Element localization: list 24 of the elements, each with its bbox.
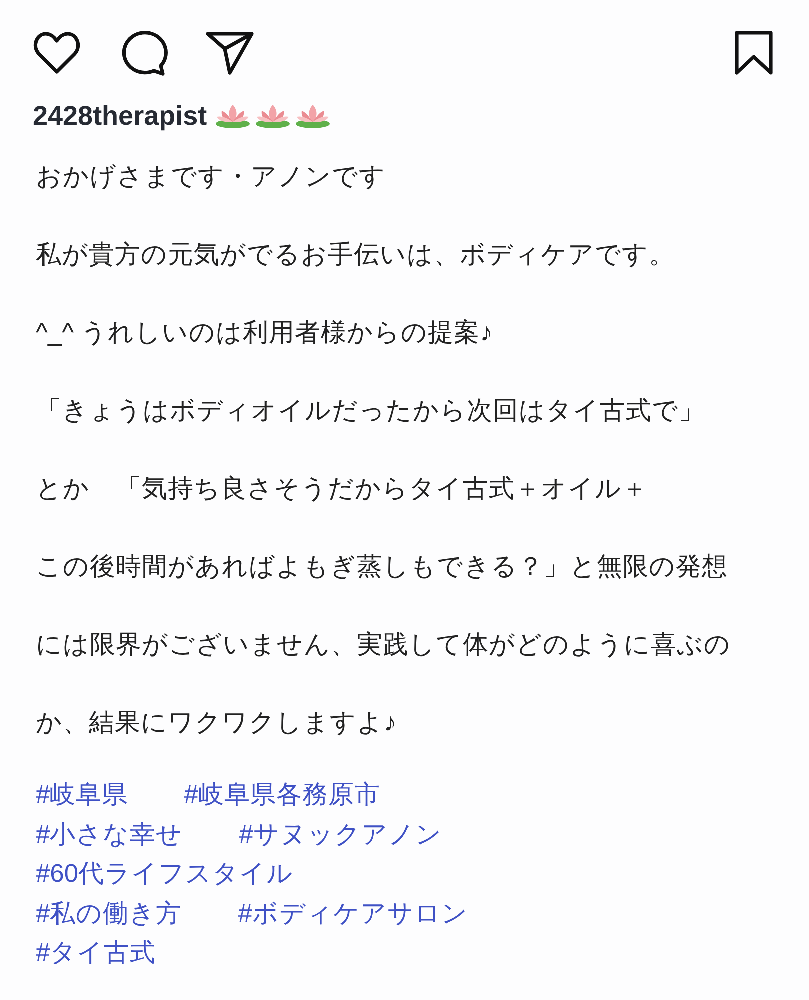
comment-icon[interactable] — [120, 30, 168, 76]
lotus-icon — [215, 103, 252, 129]
lotus-icon — [295, 103, 332, 129]
like-heart-icon[interactable] — [33, 31, 81, 75]
caption-line: ^_^ うれしいのは利用者様からの提案♪ — [36, 318, 494, 349]
caption-line: には限界がございません、実践して体がどのように喜ぶの — [36, 630, 732, 661]
hashtag-link[interactable]: #60代ライフスタイル — [36, 855, 294, 894]
caption-line: 「きょうはボディオイルだったから次回はタイ古式で」 — [36, 396, 706, 427]
caption-line: とか 「気持ち良さそうだからタイ古式＋オイル＋ — [36, 474, 649, 505]
hashtag-link[interactable]: #私の働き方 — [36, 894, 182, 934]
caption-line: この後時間があればよもぎ蒸しもできる？」と無限の発想 — [36, 552, 729, 583]
caption-line: か、結果にワクワクしますよ♪ — [36, 708, 398, 739]
hashtag-link[interactable]: #タイ古式 — [36, 934, 156, 974]
hashtag-link[interactable]: #小さな幸せ — [36, 816, 184, 855]
hashtag-link[interactable]: #サヌックアノン — [239, 816, 442, 855]
caption-line: おかげさまです・アノンです — [36, 162, 387, 193]
hashtag-link[interactable]: #岐阜県 — [36, 776, 128, 816]
send-paper-plane-icon[interactable] — [206, 31, 254, 75]
hashtag-link[interactable]: #ボディケアサロン — [238, 894, 468, 934]
bookmark-icon[interactable] — [735, 31, 773, 75]
username[interactable]: 2428therapist — [33, 98, 208, 134]
hashtag-link[interactable]: #岐阜県各務原市 — [184, 776, 380, 816]
caption-line: 私が貴方の元気がでるお手伝いは、ボディケアです。 — [36, 240, 676, 271]
lotus-icon — [255, 103, 292, 129]
